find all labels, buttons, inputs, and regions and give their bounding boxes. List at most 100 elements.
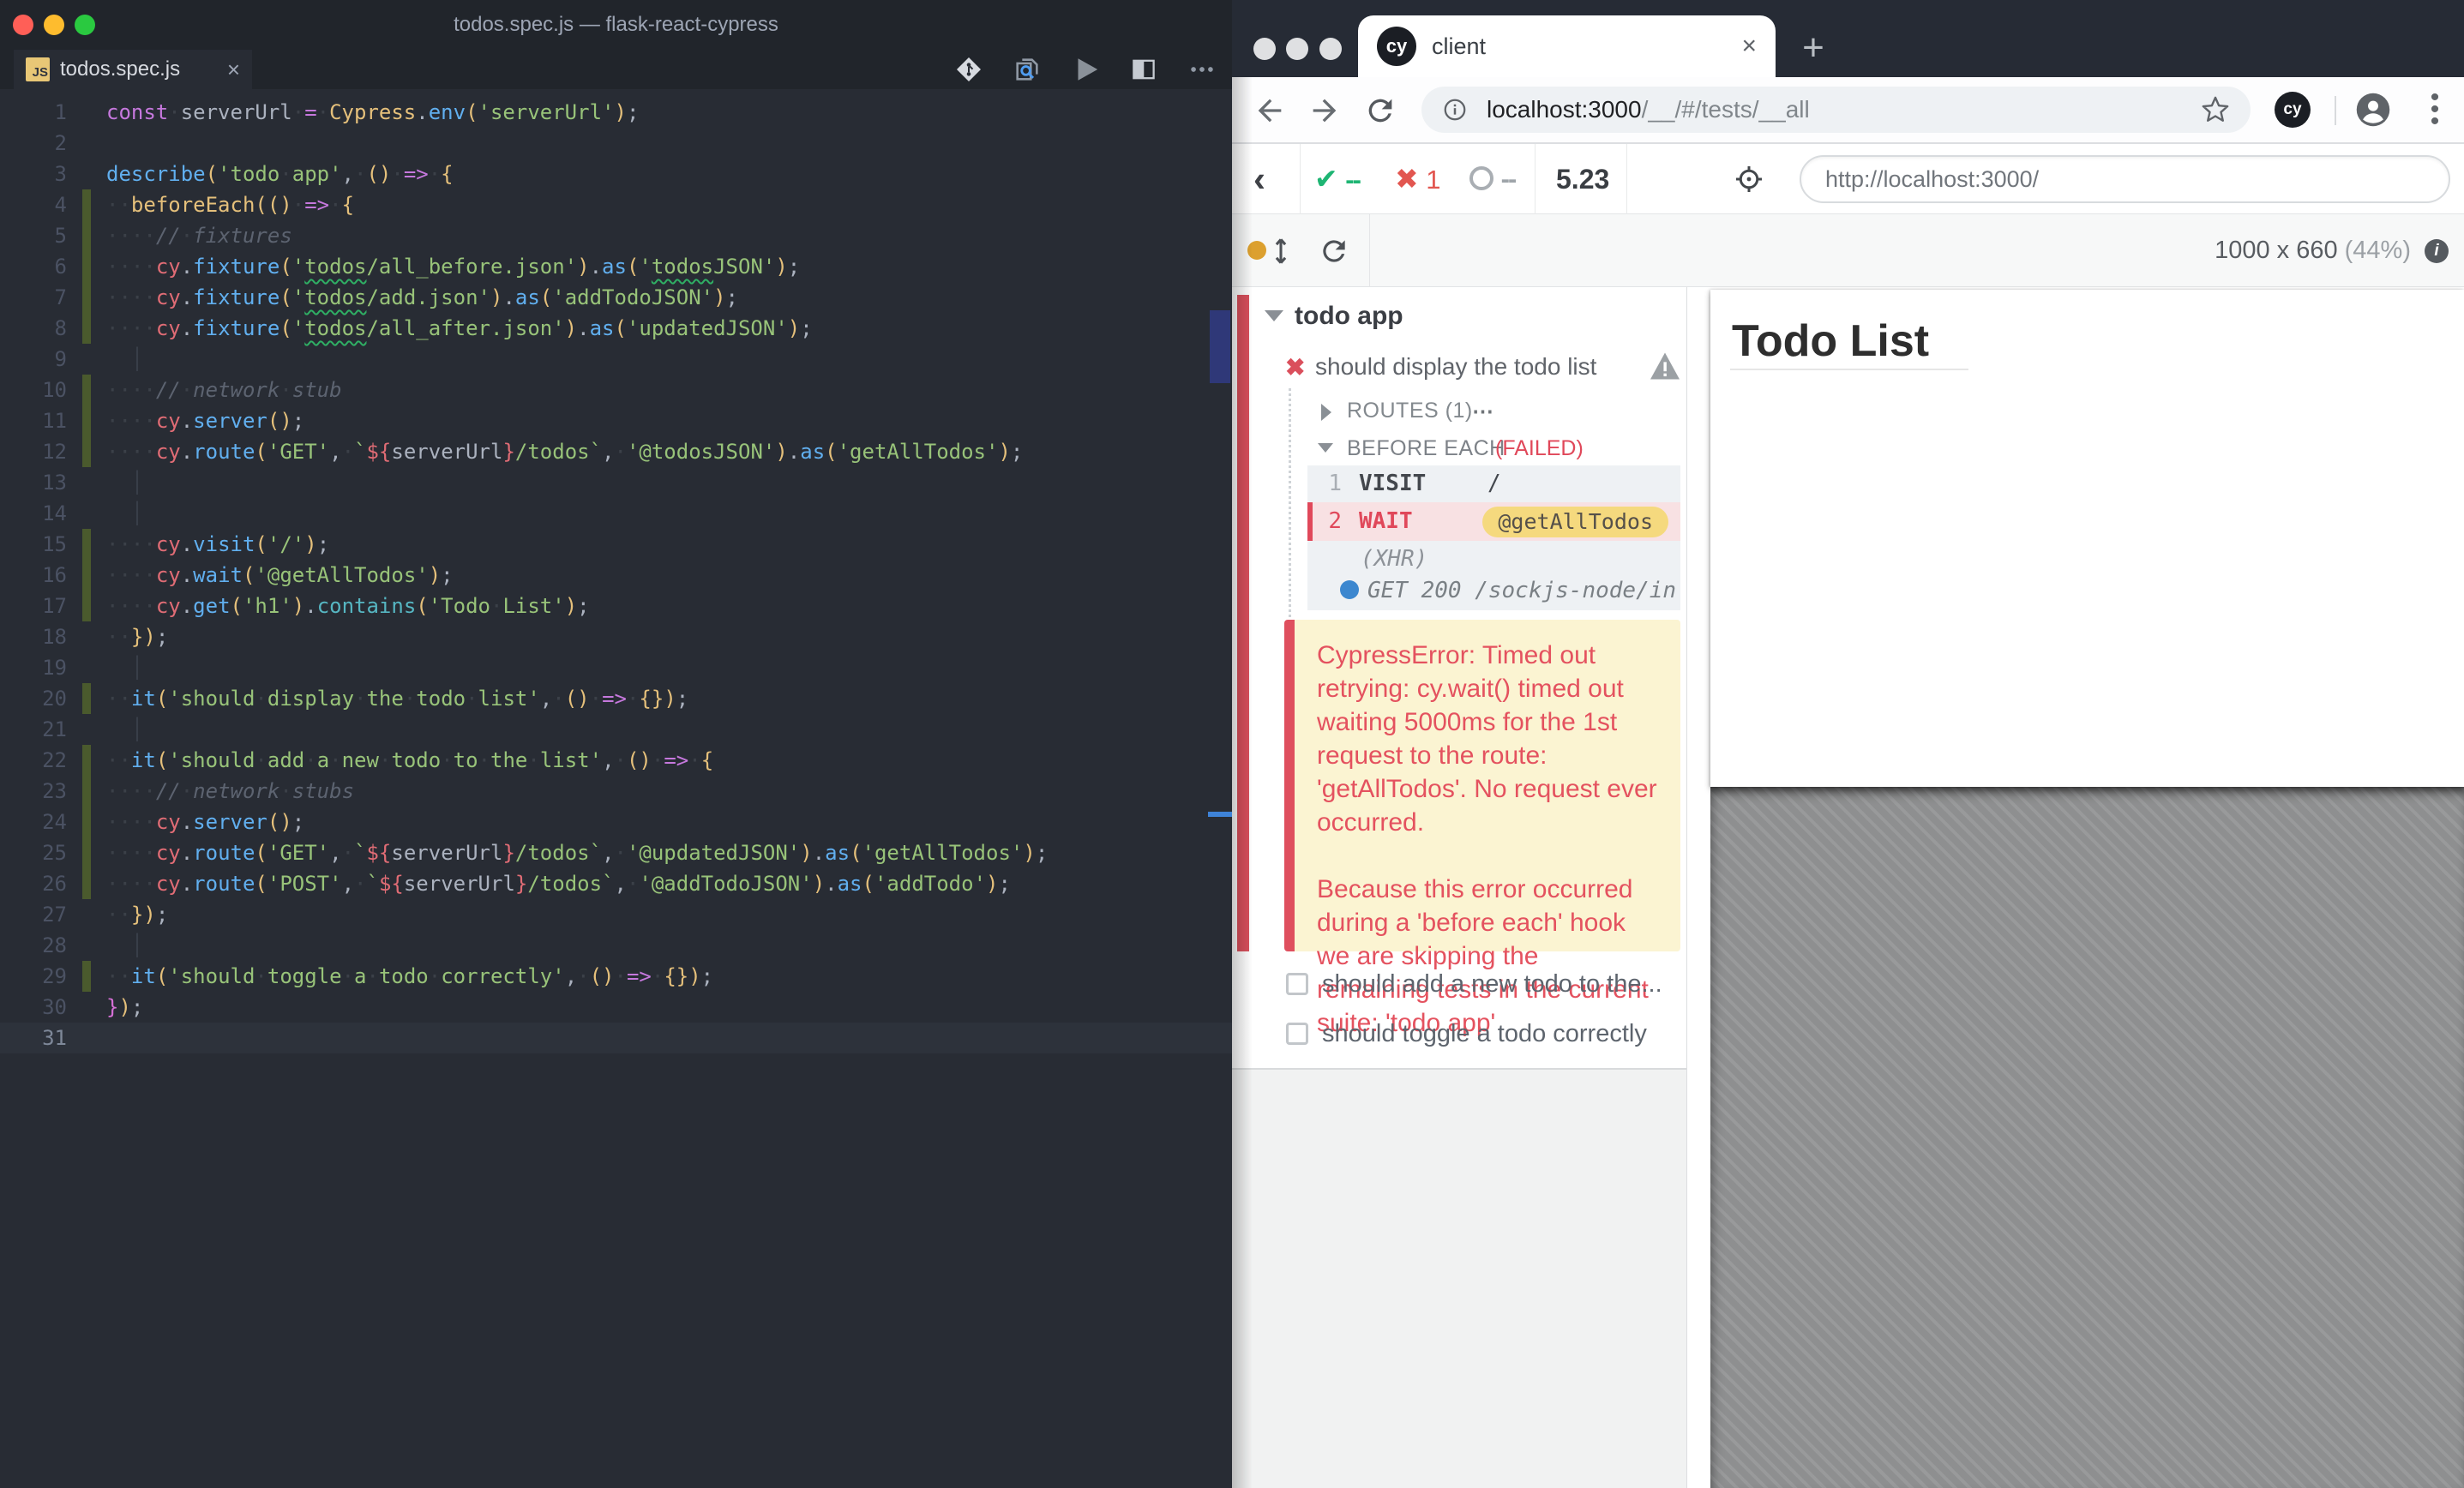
new-tab-button[interactable]: + [1794,31,1832,69]
code-editor[interactable]: 1const·serverUrl·=·Cypress.env('serverUr… [0,89,1232,1488]
command-row-wait[interactable]: 2WAIT @getAllTodos [1307,502,1680,541]
code-line[interactable]: 6····cy.fixture('todos/all_before.json')… [0,251,1232,282]
code-line[interactable]: 21 │ [0,714,1232,745]
code-line[interactable]: 3describe('todo·app',·()·=>·{ [0,159,1232,189]
code-line[interactable]: 7····cy.fixture('todos/add.json').as('ad… [0,282,1232,313]
code-line[interactable]: 27··}); [0,899,1232,930]
pending-checkbox-icon [1286,1023,1308,1045]
suite-title[interactable]: todo app [1295,302,1403,331]
viewport-info[interactable]: 1000 x 660 (44%) [2215,214,2411,287]
aut-url-bar[interactable]: http://localhost:3000/ [1800,155,2450,203]
pending-test-row[interactable]: should add a new todo to the... [1232,969,1686,1003]
search-editor-icon[interactable] [1013,55,1042,84]
pending-stat[interactable]: -- [1469,144,1515,214]
bookmark-star-icon[interactable] [2201,95,2230,124]
suite-row[interactable]: todo app [1232,302,1686,336]
warning-icon[interactable] [1649,351,1681,381]
git-gutter-marker [82,683,91,714]
zoom-window-icon[interactable] [1319,38,1342,60]
error-message-box[interactable]: CypressError: Timed out retrying: cy.wai… [1284,620,1680,951]
before-each-section[interactable]: BEFORE EACH (FAILED) [1232,436,1686,467]
git-gutter-marker [82,776,91,807]
code-line[interactable]: 12····cy.route('GET',·`${serverUrl}/todo… [0,436,1232,467]
viewport-info-icon[interactable]: i [2425,239,2449,263]
code-line[interactable]: 26····cy.route('POST',·`${serverUrl}/tod… [0,868,1232,899]
browser-tab[interactable]: cy client × [1358,15,1776,77]
restart-tests-icon[interactable] [1318,235,1350,267]
profile-avatar[interactable] [2355,92,2391,128]
expand-routes-icon[interactable] [1321,404,1331,421]
code-line[interactable]: 20··it('should·display·the·todo·list',·(… [0,683,1232,714]
address-url[interactable]: localhost:3000/__/#/tests/__all [1487,96,2201,123]
selector-playground-icon[interactable] [1734,164,1764,195]
code-line[interactable]: 24····cy.server(); [0,807,1232,837]
overview-ruler[interactable] [1208,178,1232,1488]
code-line[interactable]: 19 │ [0,652,1232,683]
close-window-icon[interactable] [1253,38,1276,60]
code-line[interactable]: 2 [0,128,1232,159]
code-line[interactable]: 22··it('should·add·a·new·todo·to·the·lis… [0,745,1232,776]
aut-iframe[interactable]: Todo List [1710,290,2464,787]
pending-test-title[interactable]: should add a new todo to the... [1322,970,1662,999]
code-text: ····//·network·stubs [106,779,354,803]
code-line[interactable]: 18··}); [0,621,1232,652]
code-line[interactable]: 10····//·network·stub [0,375,1232,405]
routes-section[interactable]: ROUTES (1) ⋯ [1232,399,1686,429]
code-line[interactable]: 11····cy.server(); [0,405,1232,436]
code-line[interactable]: 29··it('should·toggle·a·todo·correctly',… [0,961,1232,992]
minimize-window-icon[interactable] [1286,38,1308,60]
failed-stat[interactable]: ✖ 1 [1395,144,1441,214]
pending-test-title[interactable]: should toggle a todo correctly [1322,1020,1647,1048]
address-bar[interactable]: localhost:3000/__/#/tests/__all [1421,87,2251,133]
code-line[interactable]: 4··beforeEach(()·=>·{ [0,189,1232,220]
code-text: ····cy.wait('@getAllTodos'); [106,563,454,587]
git-icon[interactable] [954,55,983,84]
code-line[interactable]: 25····cy.route('GET',·`${serverUrl}/todo… [0,837,1232,868]
vscode-titlebar[interactable]: todos.spec.js — flask-react-cypress [0,0,1232,50]
routes-menu-icon[interactable]: ⋯ [1472,399,1494,424]
code-line[interactable]: 17····cy.get('h1').contains('Todo·List')… [0,591,1232,621]
chrome-titlebar[interactable]: cy client × + [1232,0,2464,77]
collapse-suite-icon[interactable] [1265,310,1283,321]
code-line[interactable]: 23····//·network·stubs [0,776,1232,807]
code-line[interactable]: 31 [0,1023,1232,1053]
code-line[interactable]: 16····cy.wait('@getAllTodos'); [0,560,1232,591]
browser-menu-icon[interactable]: ••• [2417,92,2453,128]
code-text: }); [106,995,143,1019]
command-row-visit[interactable]: 1VISIT / [1307,465,1680,502]
resize-arrows-icon[interactable] [1270,237,1292,266]
back-to-tests-icon[interactable]: ‹ [1244,159,1275,199]
routes-label[interactable]: ROUTES (1) [1347,399,1473,423]
passed-stat[interactable]: ✔ -- [1314,144,1360,214]
xhr-log[interactable]: (XHR) GET 200 /sockjs-node/info… [1307,541,1680,610]
close-tab-icon[interactable]: × [227,57,240,83]
failed-test-title[interactable]: should display the todo list [1315,353,1596,381]
page-info-icon[interactable] [1442,97,1468,123]
code-text: │ [106,501,143,525]
forward-icon[interactable] [1307,93,1342,128]
code-line[interactable]: 15····cy.visit('/'); [0,529,1232,560]
close-tab-icon[interactable]: × [1741,32,1757,61]
code-line[interactable]: 5····//·fixtures [0,220,1232,251]
collapse-hook-icon[interactable] [1318,443,1333,453]
cypress-favicon: cy [1377,27,1416,66]
more-actions-icon[interactable] [1187,55,1217,84]
code-line[interactable]: 14 │ [0,498,1232,529]
run-icon[interactable] [1071,55,1100,84]
back-icon[interactable] [1253,93,1287,128]
code-line[interactable]: 9 │ [0,344,1232,375]
editor-tab[interactable]: JS todos.spec.js × [14,50,252,89]
failed-test-row[interactable]: ✖ should display the todo list [1232,351,1686,386]
code-line[interactable]: 28 │ [0,930,1232,961]
reload-icon[interactable] [1363,93,1397,128]
code-line[interactable]: 13 │ [0,467,1232,498]
xhr-request[interactable]: GET 200 /sockjs-node/info… [1340,573,1676,608]
route-alias-badge[interactable]: @getAllTodos [1482,507,1668,537]
code-line[interactable]: 30}); [0,992,1232,1023]
cypress-extension-icon[interactable]: cy [2275,92,2311,128]
split-editor-icon[interactable] [1129,55,1158,84]
code-line[interactable]: 1const·serverUrl·=·Cypress.env('serverUr… [0,97,1232,128]
pending-circle-icon [1469,166,1493,190]
pending-test-row[interactable]: should toggle a todo correctly [1232,1018,1686,1053]
code-line[interactable]: 8····cy.fixture('todos/all_after.json').… [0,313,1232,344]
